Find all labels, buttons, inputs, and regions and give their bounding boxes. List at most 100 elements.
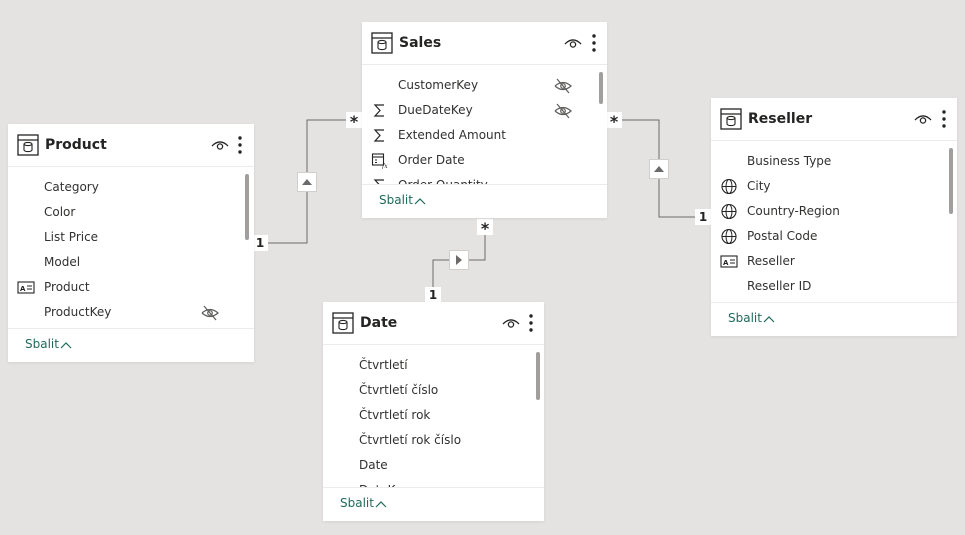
label-icon: A <box>17 281 35 294</box>
table-title: Sales <box>399 35 442 51</box>
field-name: Extended Amount <box>398 128 506 142</box>
svg-text:fx: fx <box>381 163 388 169</box>
field-name: List Price <box>44 230 99 244</box>
table-icon <box>332 312 354 334</box>
collapse-button[interactable]: Sbalit <box>8 328 254 362</box>
table-icon <box>720 108 742 130</box>
field-row[interactable]: Čtvrtletí rok <box>323 403 544 428</box>
eye-icon[interactable] <box>211 137 229 153</box>
field-row[interactable]: Čtvrtletí číslo <box>323 378 544 403</box>
scrollbar[interactable] <box>536 352 540 400</box>
svg-text:A: A <box>20 285 26 293</box>
eye-icon[interactable] <box>914 111 932 127</box>
field-name: Čtvrtletí <box>359 358 408 372</box>
field-list[interactable]: Business Type City Country-Region Postal… <box>711 149 957 299</box>
field-name: Reseller ID <box>747 279 812 293</box>
triangle-up-icon <box>654 166 664 172</box>
table-header[interactable]: Sales <box>362 22 607 65</box>
more-options-icon[interactable] <box>591 33 597 53</box>
eye-hidden-icon[interactable] <box>554 103 572 119</box>
field-row[interactable]: Čtvrtletí rok číslo <box>323 428 544 453</box>
chevron-up-icon <box>375 501 387 508</box>
field-row[interactable]: DueDateKey <box>362 98 607 123</box>
field-row[interactable]: Model <box>8 250 254 275</box>
field-list[interactable]: Čtvrtletí Čtvrtletí číslo Čtvrtletí rok … <box>323 353 544 488</box>
field-name: Country-Region <box>747 204 840 218</box>
crossfilter-arrow-reseller-sales[interactable] <box>649 159 669 179</box>
globe-icon <box>721 178 737 195</box>
chevron-up-icon <box>60 342 72 349</box>
table-card-product[interactable]: Product Category Color List Price Model … <box>8 124 254 362</box>
field-name: DueDateKey <box>398 103 473 117</box>
table-title: Date <box>360 315 398 331</box>
field-row[interactable]: ProductKey <box>8 300 254 325</box>
field-name: CustomerKey <box>398 78 479 92</box>
field-name: Čtvrtletí rok číslo <box>359 433 462 447</box>
field-row[interactable]: Čtvrtletí <box>323 353 544 378</box>
table-icon <box>371 32 393 54</box>
sigma-icon <box>373 104 384 117</box>
collapse-button[interactable]: Sbalit <box>711 302 957 336</box>
field-name: Order Date <box>398 153 465 167</box>
eye-hidden-icon[interactable] <box>554 78 572 94</box>
triangle-right-icon <box>456 255 462 265</box>
more-options-icon[interactable] <box>528 313 534 333</box>
field-name: Date <box>359 458 388 472</box>
table-card-reseller[interactable]: Reseller Business Type City Country-Regi… <box>711 98 957 336</box>
field-row[interactable]: Extended Amount <box>362 123 607 148</box>
date-hierarchy-icon: fx <box>371 153 388 169</box>
table-header[interactable]: Date <box>323 302 544 345</box>
table-card-date[interactable]: Date Čtvrtletí Čtvrtletí číslo Čtvrtletí… <box>323 302 544 521</box>
field-name: City <box>747 179 771 193</box>
svg-text:A: A <box>723 259 729 267</box>
scrollbar[interactable] <box>245 174 249 240</box>
field-name: Business Type <box>747 154 832 168</box>
collapse-label: Sbalit <box>728 311 762 325</box>
table-header[interactable]: Reseller <box>711 98 957 141</box>
more-options-icon[interactable] <box>941 109 947 129</box>
chevron-up-icon <box>763 316 775 323</box>
eye-icon[interactable] <box>502 315 520 331</box>
field-row[interactable]: Reseller ID <box>711 274 957 299</box>
field-row[interactable]: Postal Code <box>711 224 957 249</box>
scrollbar[interactable] <box>599 72 603 104</box>
collapse-button[interactable]: Sbalit <box>323 487 544 521</box>
field-row[interactable]: CustomerKey <box>362 73 607 98</box>
field-name: Color <box>44 205 76 219</box>
field-row[interactable]: Category <box>8 175 254 200</box>
cardinality-sales-many-right: * <box>606 112 622 131</box>
field-row[interactable]: A Reseller <box>711 249 957 274</box>
chevron-up-icon <box>414 198 426 205</box>
crossfilter-arrow-date-sales[interactable] <box>449 250 469 270</box>
field-list[interactable]: Category Color List Price Model A Produc… <box>8 175 254 325</box>
cardinality-product-one: 1 <box>252 235 268 251</box>
eye-hidden-icon[interactable] <box>201 305 219 321</box>
table-icon <box>17 134 39 156</box>
table-card-sales[interactable]: Sales CustomerKey DueDateKey Extended Am… <box>362 22 607 218</box>
label-icon: A <box>720 255 738 268</box>
cardinality-date-one: 1 <box>425 287 441 303</box>
eye-icon[interactable] <box>564 35 582 51</box>
field-name: Čtvrtletí číslo <box>359 383 439 397</box>
crossfilter-arrow-product-sales[interactable] <box>297 172 317 192</box>
triangle-up-icon <box>302 179 312 185</box>
field-list[interactable]: CustomerKey DueDateKey Extended Amount f… <box>362 73 607 185</box>
field-name: Čtvrtletí rok <box>359 408 431 422</box>
field-name: Product <box>44 280 90 294</box>
field-name: Model <box>44 255 81 269</box>
scrollbar[interactable] <box>949 148 953 214</box>
field-row[interactable]: Date <box>323 453 544 478</box>
field-row[interactable]: List Price <box>8 225 254 250</box>
field-row[interactable]: fx Order Date <box>362 148 607 173</box>
collapse-label: Sbalit <box>340 496 374 510</box>
table-header[interactable]: Product <box>8 124 254 167</box>
collapse-button[interactable]: Sbalit <box>362 184 607 218</box>
field-row[interactable]: A Product <box>8 275 254 300</box>
more-options-icon[interactable] <box>237 135 243 155</box>
field-row[interactable]: Color <box>8 200 254 225</box>
field-row[interactable]: City <box>711 174 957 199</box>
field-row[interactable]: Business Type <box>711 149 957 174</box>
sigma-icon <box>373 129 384 142</box>
field-row[interactable]: Country-Region <box>711 199 957 224</box>
cardinality-sales-many-bottom: * <box>477 219 493 238</box>
